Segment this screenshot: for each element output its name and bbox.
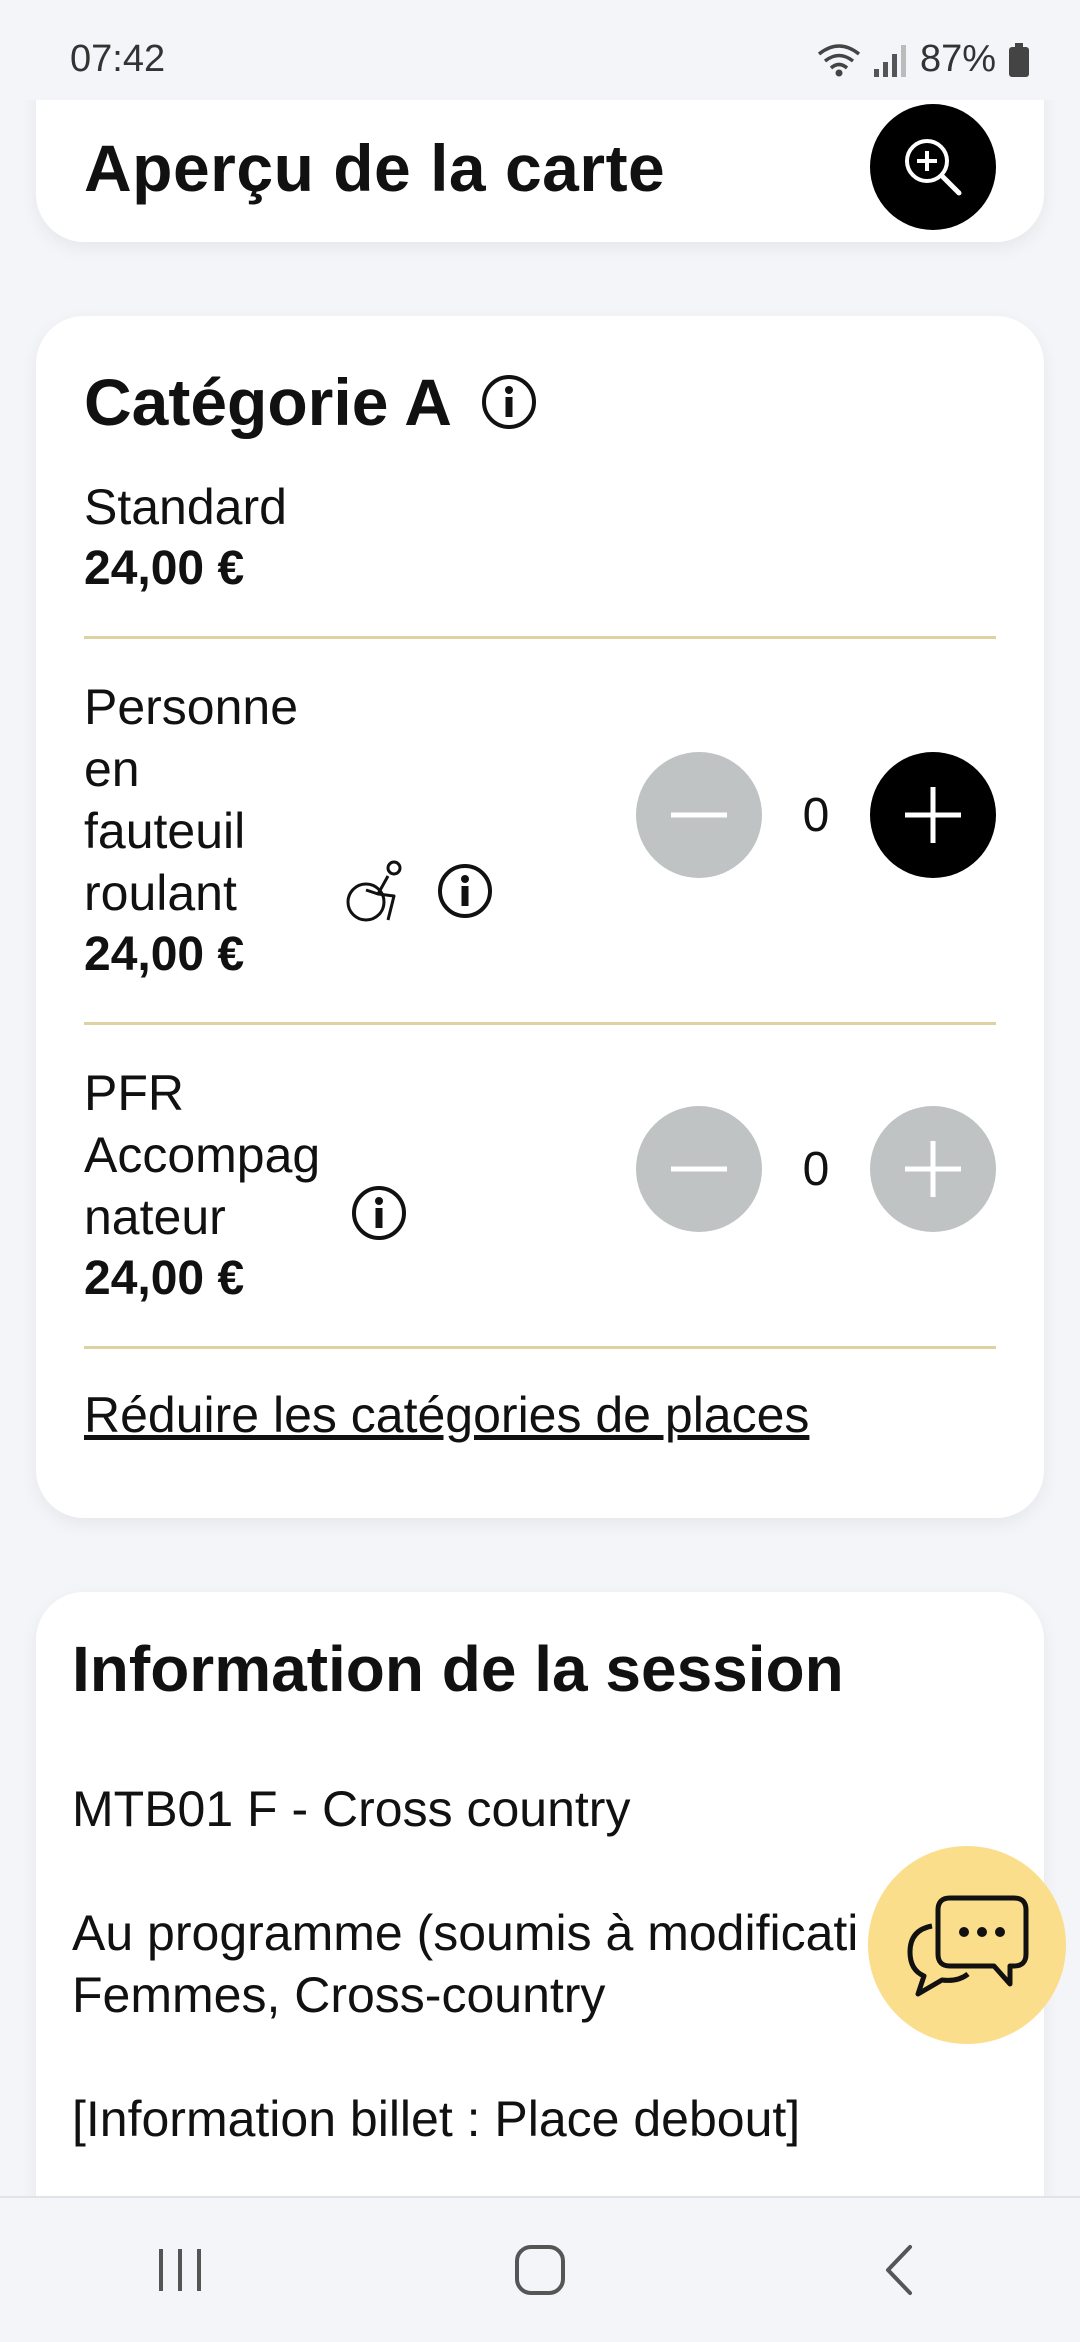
status-right: 87% bbox=[816, 38, 1030, 81]
quantity-stepper-wheelchair: 0 bbox=[636, 752, 996, 878]
reduce-categories-link[interactable]: Réduire les catégories de places bbox=[84, 1386, 809, 1444]
ticket-label-line: Personne bbox=[84, 679, 299, 735]
status-bar: 07:42 87% bbox=[0, 0, 1080, 100]
back-icon bbox=[886, 2245, 912, 2295]
signal-icon bbox=[873, 44, 906, 77]
recent-apps-button[interactable] bbox=[120, 2210, 240, 2330]
battery-percent: 87% bbox=[919, 38, 996, 80]
home-icon bbox=[515, 2245, 565, 2295]
category-card: Catégorie A Standard 24,00 € Personne en… bbox=[36, 316, 1044, 1518]
quantity-value: 0 bbox=[802, 1142, 830, 1196]
session-event: MTB01 F - Cross country bbox=[72, 1781, 631, 1837]
chat-bubbles-icon bbox=[907, 1895, 1029, 1997]
quantity-value: 0 bbox=[802, 788, 830, 842]
quantity-stepper-companion: 0 bbox=[636, 1106, 996, 1232]
info-icon[interactable] bbox=[350, 1184, 408, 1242]
ticket-price: 24,00 € bbox=[84, 542, 245, 595]
divider bbox=[84, 1346, 996, 1349]
session-title: Information de la session bbox=[72, 1633, 844, 1705]
info-icon[interactable] bbox=[480, 373, 538, 431]
ticket-price: 24,00 € bbox=[84, 928, 245, 981]
minus-icon bbox=[671, 1166, 727, 1172]
wheelchair-icon bbox=[346, 860, 402, 922]
plus-icon bbox=[905, 1141, 961, 1197]
ticket-price: 24,00 € bbox=[84, 1252, 245, 1305]
category-title: Catégorie A bbox=[84, 364, 538, 440]
divider bbox=[84, 636, 996, 639]
divider bbox=[84, 1022, 996, 1025]
map-preview-title: Aperçu de la carte bbox=[84, 131, 666, 205]
system-nav-bar bbox=[0, 2196, 1080, 2342]
session-program-line: Au programme (soumis à modificati bbox=[72, 1905, 859, 1961]
ticket-label-line: Accompag bbox=[84, 1127, 321, 1183]
zoom-in-icon bbox=[905, 139, 962, 196]
decrease-button[interactable] bbox=[636, 752, 762, 878]
status-time: 07:42 bbox=[70, 38, 166, 80]
chat-button[interactable] bbox=[868, 1846, 1066, 2044]
increase-button[interactable] bbox=[870, 1106, 996, 1232]
minus-icon bbox=[671, 812, 727, 818]
ticket-label-line: en bbox=[84, 741, 140, 797]
category-title-text: Catégorie A bbox=[84, 365, 452, 439]
back-button[interactable] bbox=[840, 2210, 960, 2330]
recent-apps-icon bbox=[159, 2249, 201, 2291]
ticket-row-companion: PFR Accompag nateur 24,00 € bbox=[84, 1062, 320, 1310]
home-button[interactable] bbox=[480, 2210, 600, 2330]
wifi-icon bbox=[817, 43, 861, 76]
ticket-row-standard: Standard 24,00 € bbox=[84, 476, 287, 600]
session-ticket-info: [Information billet : Place debout] bbox=[72, 2091, 801, 2147]
plus-icon bbox=[905, 787, 961, 843]
decrease-button[interactable] bbox=[636, 1106, 762, 1232]
ticket-label: Standard bbox=[84, 479, 287, 535]
increase-button[interactable] bbox=[870, 752, 996, 878]
ticket-row-wheelchair: Personne en fauteuil roulant 24,00 € bbox=[84, 676, 298, 986]
ticket-label-line: nateur bbox=[84, 1189, 226, 1245]
zoom-map-button[interactable] bbox=[870, 104, 996, 230]
session-program-line: Femmes, Cross-country bbox=[72, 1967, 606, 2023]
battery-icon bbox=[1009, 42, 1029, 77]
ticket-label-line: roulant bbox=[84, 865, 237, 921]
info-icon[interactable] bbox=[436, 862, 494, 920]
ticket-label-line: PFR bbox=[84, 1065, 184, 1121]
ticket-label-line: fauteuil bbox=[84, 803, 246, 859]
